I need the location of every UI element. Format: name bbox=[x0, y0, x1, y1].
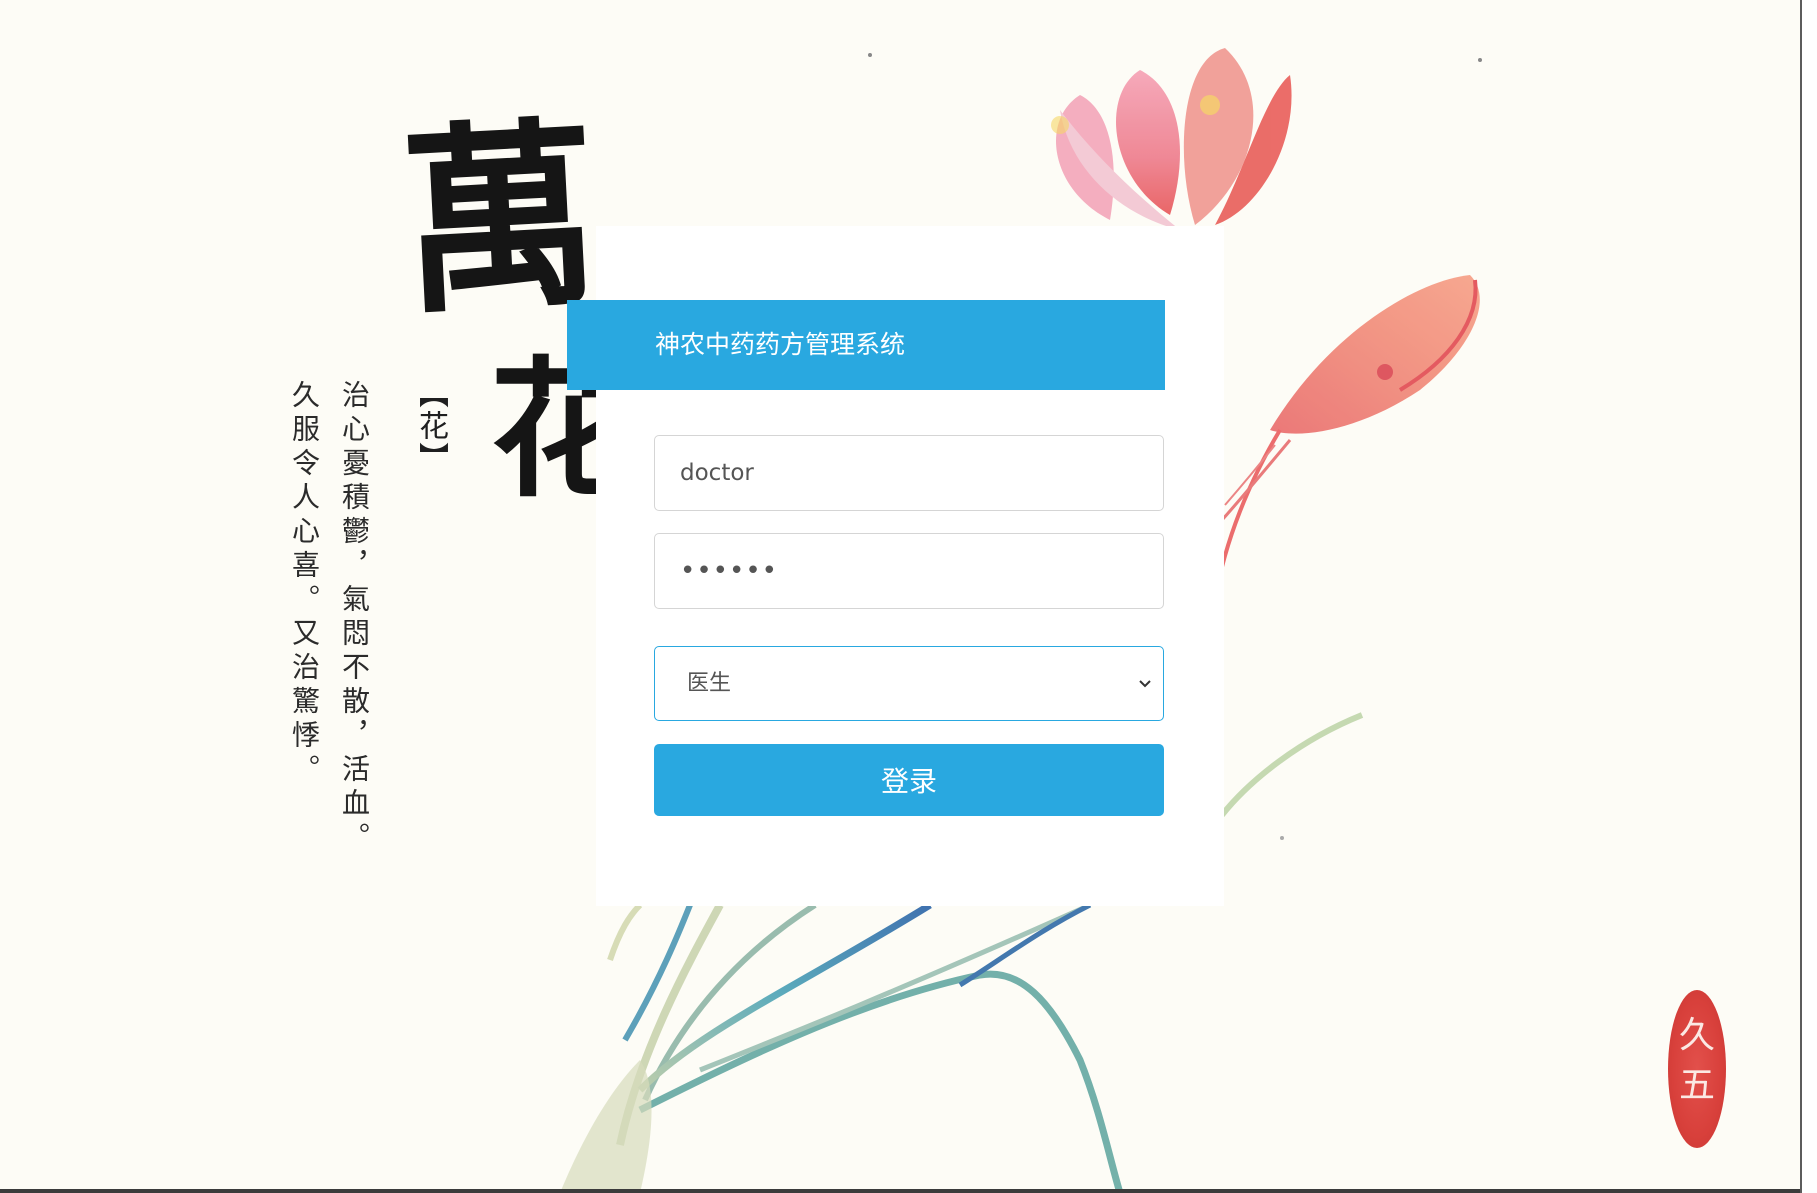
window-edge bbox=[1800, 0, 1817, 1193]
calligraphy-character: 萬 bbox=[396, 96, 604, 343]
system-title: 神农中药药方管理系统 bbox=[655, 330, 906, 359]
username-field[interactable] bbox=[654, 435, 1164, 511]
window-edge bbox=[0, 1189, 1800, 1193]
verse-line: 治心憂積鬱，氣悶不散，活血。 bbox=[338, 380, 371, 856]
red-seal-stamp: 久 五 bbox=[1668, 990, 1726, 1148]
chevron-down-icon bbox=[1139, 680, 1151, 688]
password-field[interactable] bbox=[654, 533, 1164, 609]
role-select-value: 医生 bbox=[687, 671, 732, 696]
seal-character: 久 bbox=[1678, 1015, 1715, 1056]
calligraphy-tag: 【花】 bbox=[413, 378, 448, 474]
seal-character: 五 bbox=[1678, 1065, 1715, 1106]
role-select[interactable]: 医生 bbox=[654, 646, 1164, 721]
login-title-bar: 神农中药药方管理系统 bbox=[567, 300, 1165, 390]
login-page: 萬 花 【花】 治心憂積鬱，氣悶不散，活血。 久服令人心喜。又治驚悸。 久 五 … bbox=[0, 0, 1817, 1193]
login-button[interactable]: 登录 bbox=[654, 744, 1164, 816]
verse-line: 久服令人心喜。又治驚悸。 bbox=[288, 380, 321, 788]
